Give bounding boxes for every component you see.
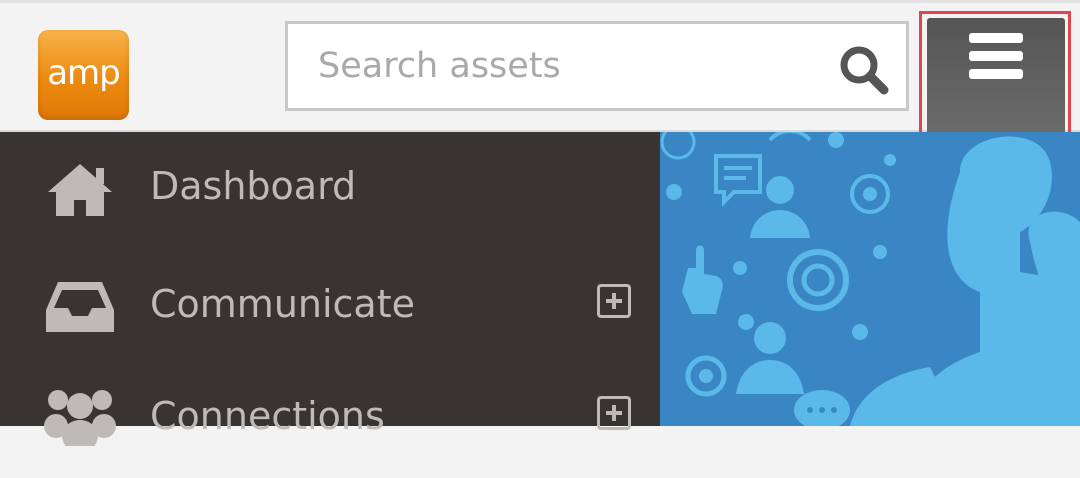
hamburger-menu-icon	[969, 33, 1023, 79]
search-box	[285, 21, 909, 111]
group-icon	[44, 390, 116, 446]
sidebar-item-dashboard[interactable]: Dashboard	[0, 132, 660, 242]
expand-plus-icon[interactable]	[597, 284, 631, 318]
search-input[interactable]	[318, 24, 838, 108]
sidebar-item-label: Connections	[150, 394, 385, 438]
sidebar-item-label: Communicate	[150, 282, 415, 326]
logo-text: amp	[47, 53, 121, 93]
sidebar-item-label: Dashboard	[150, 164, 357, 208]
search-icon[interactable]	[838, 44, 890, 96]
home-icon	[48, 164, 112, 216]
top-header: amp	[0, 0, 1080, 132]
sidebar-item-communicate[interactable]: Communicate	[0, 250, 660, 360]
expand-plus-icon[interactable]	[597, 396, 631, 430]
hero-banner-image	[660, 132, 1080, 426]
sidebar-nav: Dashboard Communicate Connections	[0, 132, 660, 446]
sidebar-item-connections[interactable]: Connections	[0, 368, 660, 478]
menu-toggle-button[interactable]	[927, 18, 1065, 134]
social-pattern-illustration	[660, 132, 1080, 426]
amp-logo[interactable]: amp	[38, 30, 129, 120]
inbox-icon	[46, 282, 114, 332]
